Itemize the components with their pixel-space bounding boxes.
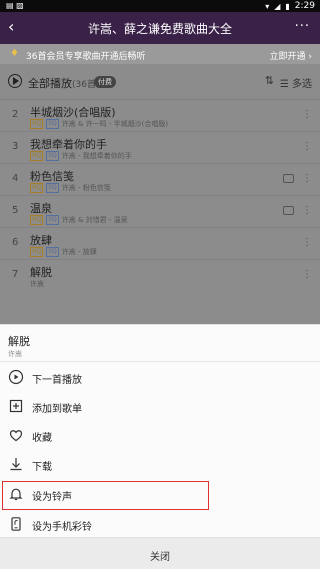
status-bar: ▤ ▨ ▾ ◢ ▮ 2:29	[0, 0, 320, 12]
download-icon	[8, 456, 24, 472]
list-item[interactable]: 6 放肆 HQ SQ 许嵩 - 放肆 ⋮	[0, 228, 320, 260]
hq-tag: HQ	[30, 119, 44, 129]
song-title: 我想牵着你的手	[30, 138, 107, 151]
song-more-icon[interactable]: ⋮	[302, 237, 312, 248]
song-title: 半城烟沙(合唱版)	[30, 106, 116, 119]
song-meta: 许嵩	[30, 280, 44, 288]
song-more-icon[interactable]: ⋮	[302, 205, 312, 216]
sheet-artist: 许嵩	[8, 350, 22, 358]
phone-ringtone-icon	[8, 516, 24, 532]
list-item[interactable]: 2 半城烟沙(合唱版) HQ SQ 许嵩 & 许一鸣 - 半城烟沙(合唱版) ⋮	[0, 100, 320, 132]
song-number: 3	[12, 141, 19, 152]
multi-select-button[interactable]: ☰ 多选	[280, 75, 312, 90]
song-title: 放肆	[30, 234, 52, 247]
song-list: 全部播放(36首) 付费 ⇅ ☰ 多选 2 半城烟沙(合唱版) HQ SQ 许嵩 &…	[0, 64, 320, 324]
song-number: 5	[12, 205, 19, 216]
notification-icons: ▤ ▨	[6, 1, 24, 10]
play-next-button[interactable]: 下一首播放	[0, 363, 320, 391]
video-icon[interactable]	[283, 174, 294, 183]
close-label: 关闭	[150, 552, 170, 563]
song-meta: 许嵩 - 粉色信笺	[61, 184, 111, 192]
vip-banner-text: 36首会员专享歌曲开通后畅听	[26, 52, 146, 62]
play-circle-icon[interactable]	[8, 74, 22, 88]
status-right: ▾ ◢ ▮ 2:29	[265, 1, 315, 11]
song-number: 7	[12, 269, 19, 280]
song-meta: 许嵩 & 许一鸣 - 半城烟沙(合唱版)	[61, 120, 169, 128]
list-item[interactable]: 3 我想牵着你的手 HQ SQ 许嵩 - 我想牵着你的手 ⋮	[0, 132, 320, 164]
list-item[interactable]: 5 温泉 HQ SQ 许嵩 & 刘惜君 - 温泉 ⋮	[0, 196, 320, 228]
sq-tag: SQ	[46, 247, 59, 257]
battery-icon: ▮	[285, 1, 290, 11]
song-title: 粉色信笺	[30, 170, 74, 183]
song-more-icon[interactable]: ⋮	[302, 173, 312, 184]
menu-label: 下载	[32, 462, 52, 473]
clock: 2:29	[294, 1, 315, 11]
play-all-row[interactable]: 全部播放(36首) 付费 ⇅ ☰ 多选	[0, 64, 320, 100]
menu-label: 添加到歌单	[32, 404, 82, 415]
page-title: 许嵩、薛之谦免费歌曲大全	[87, 22, 232, 36]
song-title: 解脱	[30, 266, 52, 279]
app-header: ‹ 许嵩、薛之谦免费歌曲大全 ···	[0, 12, 320, 44]
sq-tag: SQ	[46, 119, 59, 129]
diamond-icon: ♦	[10, 48, 19, 59]
song-more-icon[interactable]: ⋮	[302, 109, 312, 120]
highlight-box	[2, 481, 209, 510]
more-icon[interactable]: ···	[295, 19, 310, 34]
sq-tag: SQ	[46, 215, 59, 225]
song-meta: 许嵩 & 刘惜君 - 温泉	[61, 216, 128, 224]
sq-tag: SQ	[46, 183, 59, 193]
hq-tag: HQ	[30, 151, 44, 161]
song-meta: 许嵩 - 我想牵着你的手	[61, 152, 132, 160]
song-number: 6	[12, 237, 19, 248]
sq-tag: SQ	[46, 151, 59, 161]
add-to-playlist-button[interactable]: 添加到歌单	[0, 392, 320, 420]
list-item[interactable]: 4 粉色信笺 HQ SQ 许嵩 - 粉色信笺 ⋮	[0, 164, 320, 196]
hq-tag: HQ	[30, 247, 44, 257]
song-more-icon[interactable]: ⋮	[302, 269, 312, 280]
back-arrow-icon[interactable]: ‹	[8, 18, 14, 36]
hq-tag: HQ	[30, 215, 44, 225]
menu-label: 下一首播放	[32, 375, 82, 386]
paid-badge: 付费	[94, 76, 116, 88]
song-more-icon[interactable]: ⋮	[302, 141, 312, 152]
song-action-sheet: 解脱 许嵩 下一首播放 添加到歌单 收藏 下载 设为铃声 设为手机彩铃 关闭	[0, 324, 320, 569]
song-meta: 许嵩 - 放肆	[61, 248, 97, 256]
divider	[0, 361, 320, 362]
song-number: 4	[12, 173, 19, 184]
sort-icon[interactable]: ⇅	[265, 74, 274, 87]
list-item[interactable]: 7 解脱 许嵩 ⋮	[0, 260, 320, 324]
song-number: 2	[12, 109, 19, 120]
close-button[interactable]: 关闭	[0, 537, 320, 569]
add-to-playlist-icon	[8, 398, 24, 414]
set-phone-ringback-button[interactable]: 设为手机彩铃	[0, 510, 320, 538]
download-button[interactable]: 下载	[0, 450, 320, 478]
open-vip-link[interactable]: 立即开通 ›	[270, 49, 312, 62]
favorite-button[interactable]: 收藏	[0, 421, 320, 449]
hq-tag: HQ	[30, 183, 44, 193]
play-next-icon	[8, 369, 24, 385]
vip-banner[interactable]: ♦ 36首会员专享歌曲开通后畅听 立即开通 ›	[0, 44, 320, 64]
menu-label: 设为手机彩铃	[32, 522, 92, 533]
video-icon[interactable]	[283, 206, 294, 215]
wifi-icon: ▾	[265, 1, 270, 11]
play-all-label: 全部播放	[28, 77, 72, 90]
heart-icon	[8, 427, 24, 443]
song-title: 温泉	[30, 202, 52, 215]
signal-icon: ◢	[274, 1, 281, 11]
menu-label: 收藏	[32, 433, 52, 444]
sheet-song-title: 解脱	[8, 335, 30, 348]
